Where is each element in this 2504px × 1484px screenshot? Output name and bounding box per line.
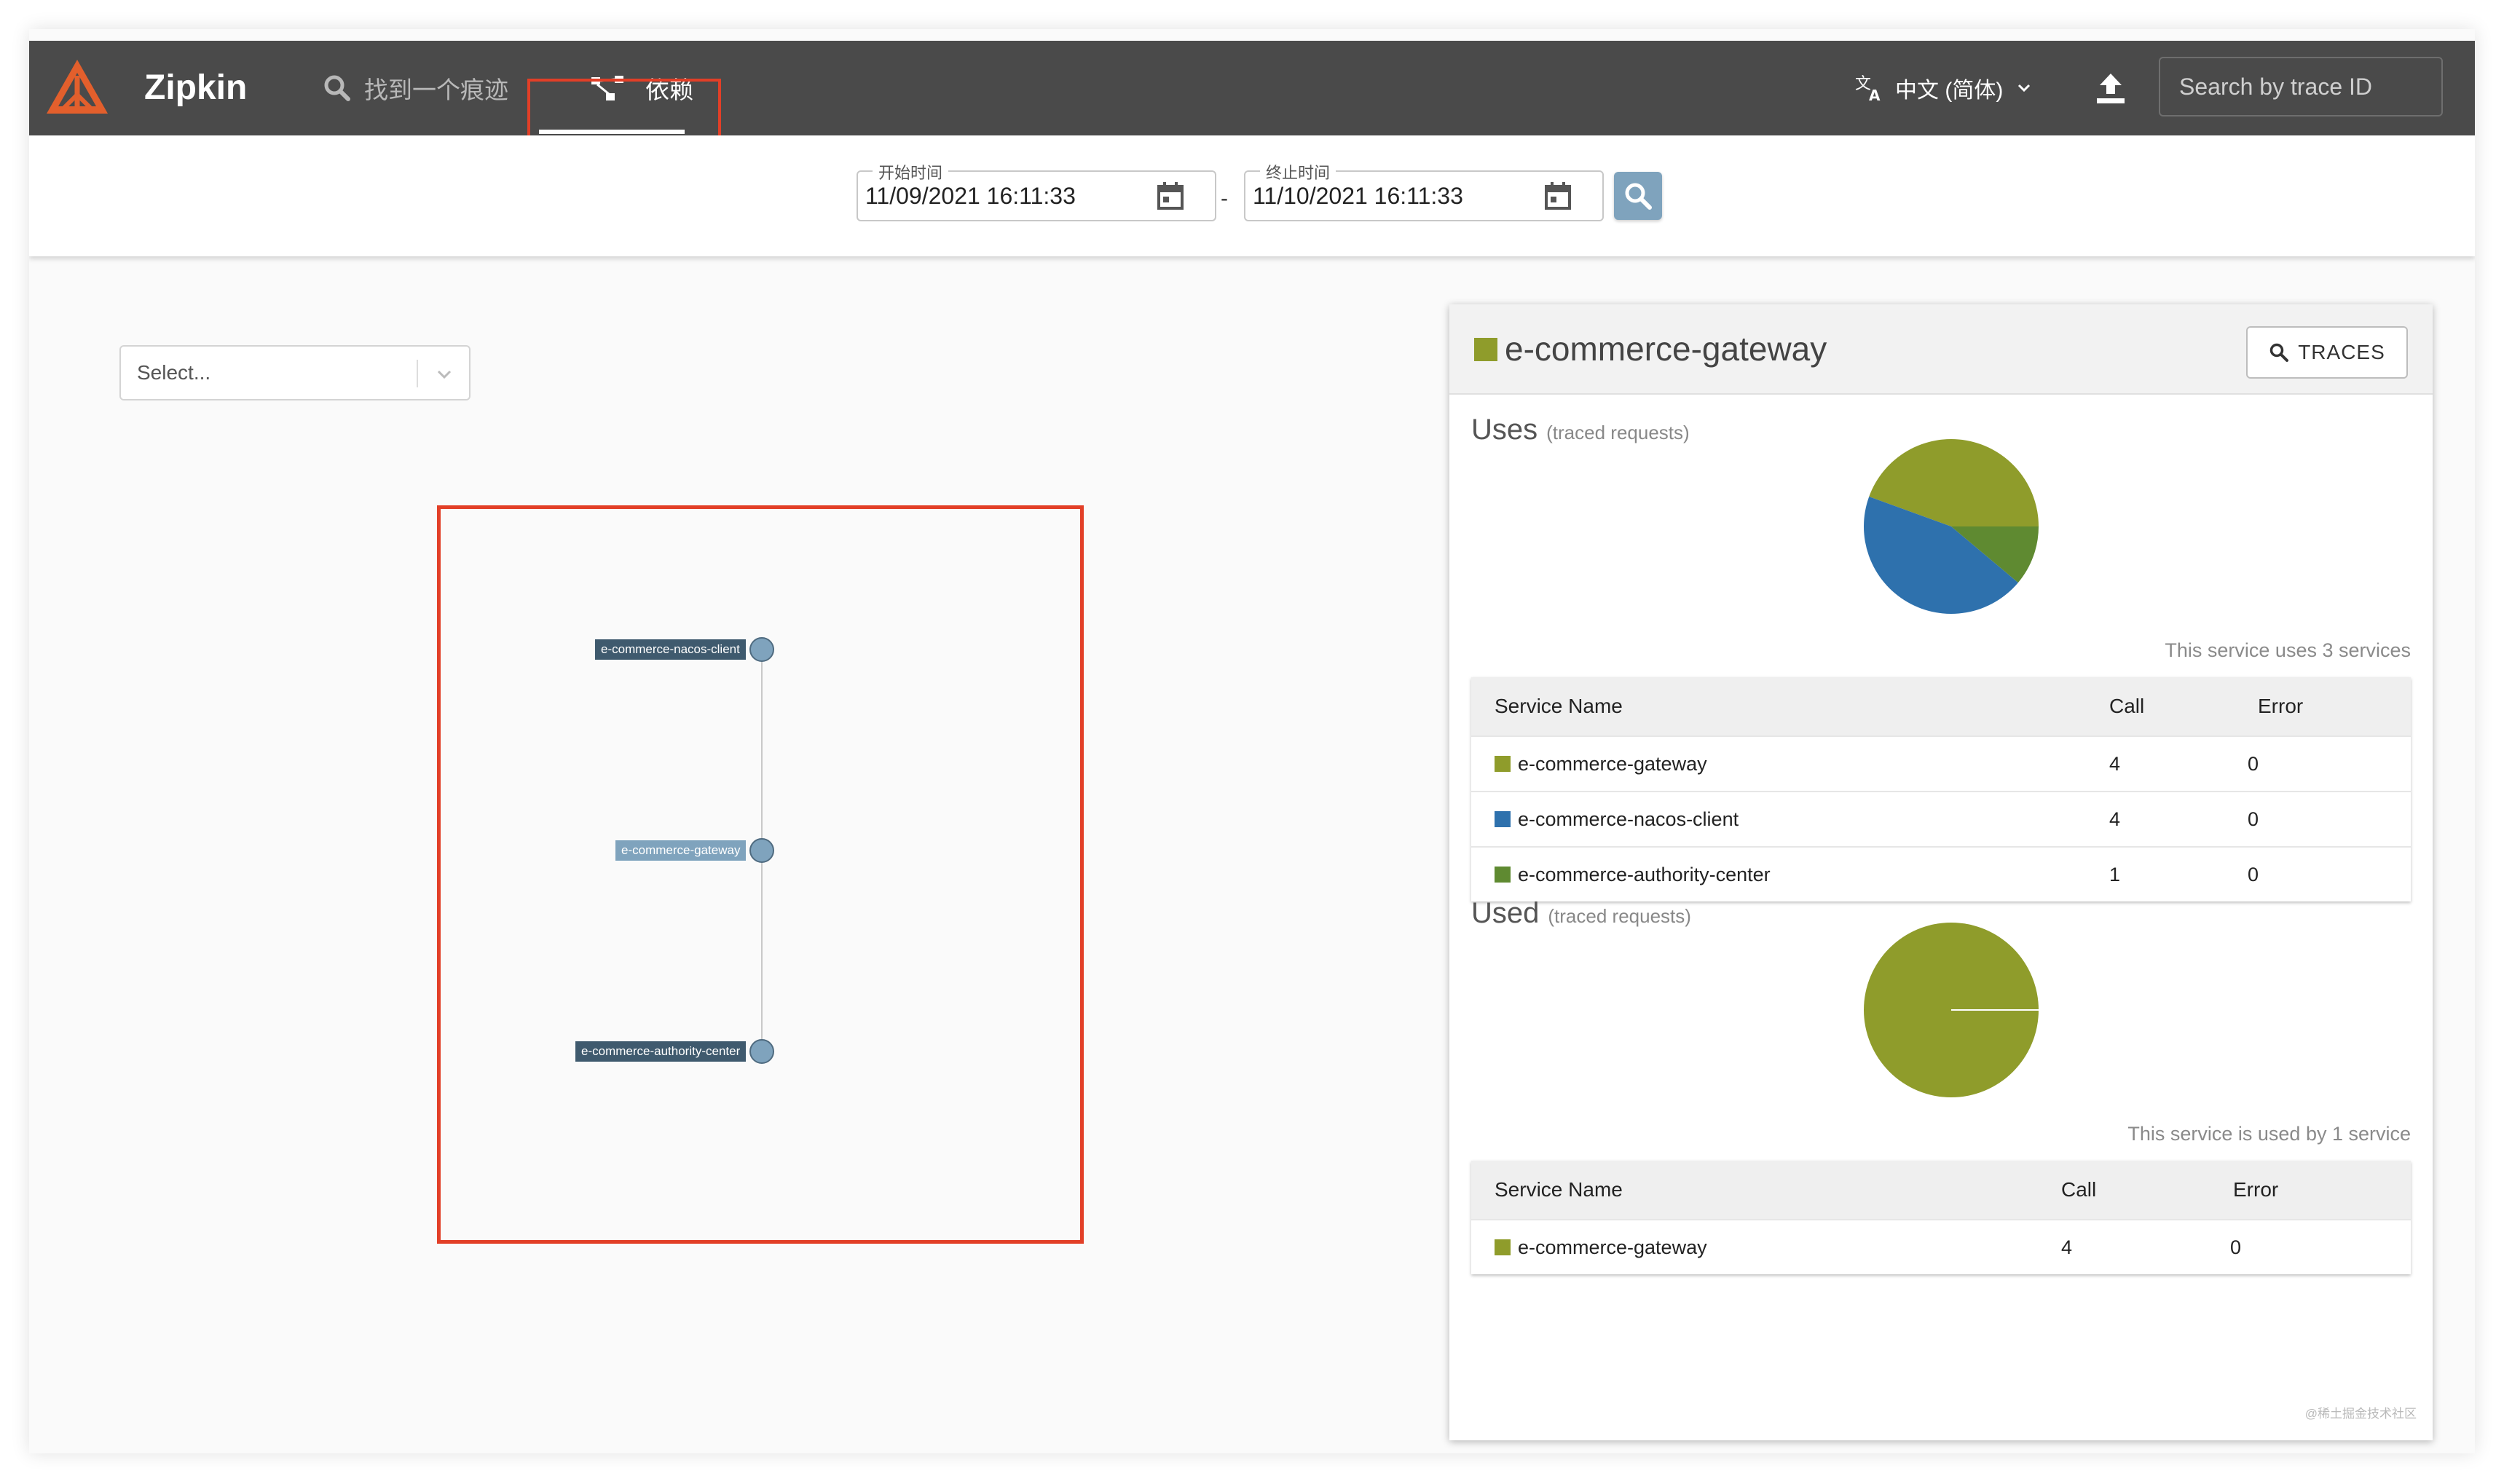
service-color-swatch bbox=[1495, 756, 1511, 772]
service-name-cell: e-commerce-gateway bbox=[1495, 737, 1707, 791]
col-error: Error bbox=[2233, 1178, 2279, 1201]
used-table: Service Name Call Error e-commerce-gatew… bbox=[1471, 1161, 2411, 1274]
used-section-title: Used (traced requests) bbox=[1471, 897, 1691, 930]
call-count: 4 bbox=[2109, 752, 2121, 775]
col-service-name: Service Name bbox=[1495, 1178, 1623, 1201]
table-row[interactable]: e-commerce-gateway 4 0 bbox=[1471, 1219, 2411, 1274]
service-color-swatch bbox=[1495, 1239, 1511, 1255]
service-name-cell: e-commerce-gateway bbox=[1495, 1220, 1707, 1274]
uses-table-header: Service Name Call Error bbox=[1471, 677, 2411, 735]
table-row[interactable]: e-commerce-authority-center 1 0 bbox=[1471, 846, 2411, 901]
table-row[interactable]: e-commerce-gateway 4 0 bbox=[1471, 735, 2411, 791]
calendar-icon[interactable] bbox=[1543, 181, 1573, 211]
col-error: Error bbox=[2258, 695, 2304, 717]
service-detail-panel: e-commerce-gateway TRACES Uses (traced re… bbox=[1449, 304, 2433, 1440]
service-name: e-commerce-gateway bbox=[1518, 752, 1707, 775]
upload-button[interactable] bbox=[2083, 61, 2138, 117]
service-name: e-commerce-gateway bbox=[1518, 1236, 1707, 1258]
col-call: Call bbox=[2061, 1178, 2097, 1201]
search-icon bbox=[2269, 343, 2289, 362]
uses-table: Service Name Call Error e-commerce-gatew… bbox=[1471, 677, 2411, 901]
service-name-cell: e-commerce-nacos-client bbox=[1495, 792, 1739, 846]
service-color-swatch bbox=[1474, 338, 1497, 361]
language-selector[interactable]: 文 A 中文 (简体) bbox=[1854, 41, 2035, 135]
detail-service-title: e-commerce-gateway bbox=[1505, 330, 1827, 368]
error-count: 0 bbox=[2230, 1236, 2242, 1258]
app-window: Zipkin 找到一个痕迹 依赖 文 A 中文 (简体) Search by t… bbox=[29, 29, 2475, 1453]
table-row[interactable]: e-commerce-nacos-client 4 0 bbox=[1471, 791, 2411, 846]
uses-pie-chart bbox=[1864, 438, 2039, 615]
search-dependencies-button[interactable] bbox=[1614, 172, 1662, 220]
error-count: 0 bbox=[2248, 863, 2259, 885]
uses-subtitle: (traced requests) bbox=[1546, 422, 1690, 443]
col-call: Call bbox=[2109, 695, 2145, 717]
uses-title: Uses bbox=[1471, 414, 1538, 446]
translate-icon: 文 A bbox=[1855, 75, 1881, 103]
upload-icon bbox=[2097, 74, 2125, 103]
uses-caption: This service uses 3 services bbox=[2165, 639, 2411, 661]
service-name: e-commerce-nacos-client bbox=[1518, 808, 1739, 830]
used-subtitle: (traced requests) bbox=[1548, 905, 1691, 927]
trace-id-search-input[interactable] bbox=[2159, 57, 2443, 117]
used-caption: This service is used by 1 service bbox=[2127, 1123, 2411, 1145]
watermark: @稀土掘金技术社区 bbox=[2304, 1407, 2417, 1421]
dependency-graph-highlight bbox=[437, 505, 1084, 1244]
chevron-down-icon bbox=[2018, 84, 2031, 92]
used-title: Used bbox=[1471, 897, 1540, 929]
traces-button[interactable]: TRACES bbox=[2246, 326, 2408, 379]
svg-text:A: A bbox=[1869, 87, 1881, 103]
uses-section-title: Uses (traced requests) bbox=[1471, 414, 1690, 446]
service-name: e-commerce-authority-center bbox=[1518, 863, 1771, 885]
service-color-swatch bbox=[1495, 811, 1511, 827]
language-label: 中文 (简体) bbox=[1895, 79, 2004, 103]
used-table-header: Service Name Call Error bbox=[1471, 1161, 2411, 1219]
service-color-swatch bbox=[1495, 867, 1511, 883]
call-count: 4 bbox=[2109, 808, 2121, 830]
error-count: 0 bbox=[2248, 808, 2259, 830]
search-icon bbox=[1625, 183, 1652, 210]
error-count: 0 bbox=[2248, 752, 2259, 775]
used-pie-chart bbox=[1864, 923, 2039, 1097]
traces-button-label: TRACES bbox=[2298, 341, 2385, 363]
call-count: 4 bbox=[2061, 1236, 2073, 1258]
col-service-name: Service Name bbox=[1495, 695, 1623, 717]
call-count: 1 bbox=[2109, 863, 2121, 885]
service-name-cell: e-commerce-authority-center bbox=[1495, 848, 1771, 901]
detail-header: e-commerce-gateway TRACES bbox=[1449, 304, 2433, 395]
